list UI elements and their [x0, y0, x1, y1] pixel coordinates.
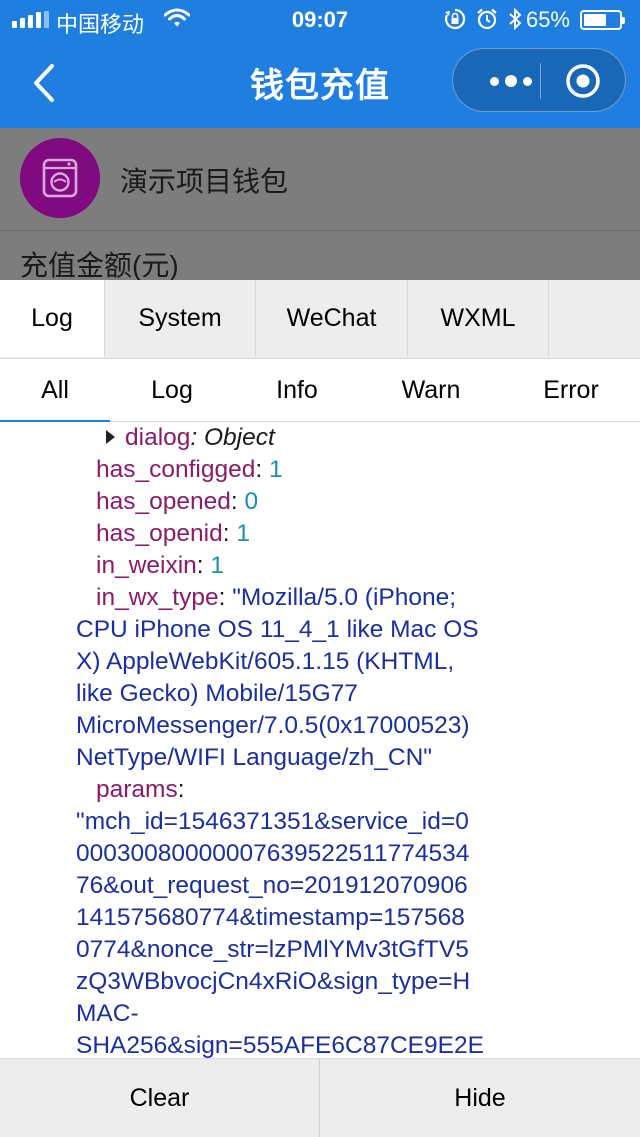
vconsole-tabs: Log System WeChat WXML — [0, 280, 640, 359]
log-string-line: CPU iPhone OS 11_4_1 like Mac OS — [76, 616, 479, 643]
more-dots-icon[interactable] — [481, 71, 541, 91]
log-string-line: 0774&nonce_str=lzPMlYMv3tGfTV5 — [76, 936, 469, 963]
log-key: has_openid — [96, 520, 223, 547]
log-line: params: — [96, 776, 185, 803]
log-string-line: SHA256&sign=555AFE6C87CE9E2E — [76, 1032, 484, 1058]
bluetooth-icon — [509, 8, 522, 30]
subtab-log[interactable]: Log — [110, 359, 234, 421]
battery-fill — [584, 14, 607, 26]
log-line: has_opened: 0 — [96, 488, 259, 515]
log-value: 0 — [244, 488, 259, 515]
log-line: in_wx_type: "Mozilla/5.0 (iPhone; — [96, 584, 457, 611]
vconsole-panel: Log System WeChat WXML All Log Info Warn… — [0, 280, 640, 1137]
capsule-divider — [540, 63, 541, 99]
tab-wxml[interactable]: WXML — [408, 280, 549, 357]
wallet-avatar — [20, 138, 100, 218]
log-key: in_wx_type — [96, 584, 219, 611]
log-string: "Mozilla/5.0 (iPhone; — [232, 584, 457, 611]
vconsole-subtabs: All Log Info Warn Error — [0, 359, 640, 422]
log-type: : Object — [190, 424, 275, 451]
log-string-line: 00030080000007639522511774534 — [76, 840, 470, 867]
tab-log[interactable]: Log — [0, 280, 105, 357]
log-string-line: "mch_id=1546371351&service_id=0 — [76, 808, 469, 835]
log-line-dialog[interactable]: dialog: Object — [106, 422, 275, 454]
subtab-warn[interactable]: Warn — [360, 359, 502, 421]
log-value: 1 — [236, 520, 250, 547]
log-output[interactable]: dialog: Object has_configged: 1 has_open… — [0, 422, 640, 1058]
log-string-line: MicroMessenger/7.0.5(0x17000523) — [76, 712, 470, 739]
hide-button[interactable]: Hide — [320, 1059, 640, 1137]
status-icons — [444, 8, 522, 30]
log-string-line: MAC- — [76, 1000, 139, 1027]
page-content: 演示项目钱包 充值金额(元) — [0, 128, 640, 281]
log-line: has_openid: 1 — [96, 520, 250, 547]
log-value: 1 — [269, 456, 283, 483]
mini-program-capsule — [452, 48, 626, 112]
log-string-line: 141575680774&timestamp=157568 — [76, 904, 465, 931]
amount-label: 充值金额(元) — [20, 250, 179, 281]
log-string-line: zQ3WBbvocjCn4xRiO&sign_type=H — [76, 968, 471, 995]
battery-percent: 65% — [525, 7, 570, 32]
log-string-line: like Gecko) Mobile/15G77 — [76, 680, 358, 707]
log-value: 1 — [210, 552, 225, 579]
log-key: params — [96, 776, 178, 803]
clear-button[interactable]: Clear — [0, 1059, 320, 1137]
top-bar: 中国移动 09:07 65% 钱包充值 — [0, 0, 640, 128]
target-circle-icon[interactable] — [565, 63, 601, 99]
subtab-error[interactable]: Error — [502, 359, 640, 421]
log-string-line: X) AppleWebKit/605.1.15 (KHTML, — [76, 648, 455, 675]
log-key: in_weixin — [96, 552, 197, 579]
log-key: has_configged — [96, 456, 256, 483]
tab-system[interactable]: System — [105, 280, 256, 357]
wallet-name: 演示项目钱包 — [120, 166, 289, 197]
tab-wechat[interactable]: WeChat — [256, 280, 408, 357]
rotation-lock-icon — [444, 8, 466, 30]
alarm-icon — [477, 8, 497, 30]
log-string-line: 76&out_request_no=201912070906 — [76, 872, 468, 899]
log-line: has_configged: 1 — [96, 456, 283, 483]
washing-machine-icon — [42, 158, 78, 198]
expand-triangle-icon[interactable] — [106, 430, 115, 444]
subtab-all[interactable]: All — [0, 359, 110, 422]
log-key: dialog — [125, 424, 191, 451]
vconsole-footer: Clear Hide — [0, 1058, 640, 1137]
log-key: has_opened — [96, 488, 231, 515]
log-string-line: NetType/WIFI Language/zh_CN" — [76, 744, 432, 771]
battery-icon — [580, 10, 625, 30]
log-line: in_weixin: 1 — [96, 552, 225, 579]
status-bar: 中国移动 09:07 65% — [0, 0, 640, 40]
subtab-info[interactable]: Info — [234, 359, 360, 421]
divider — [0, 230, 640, 231]
